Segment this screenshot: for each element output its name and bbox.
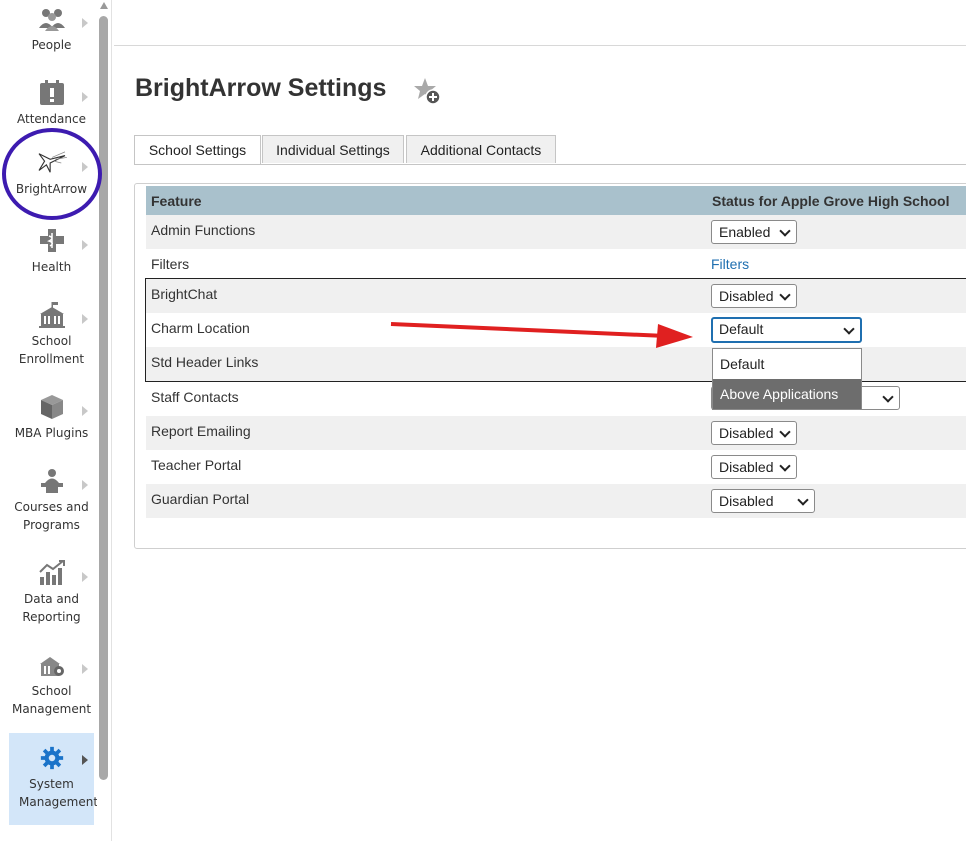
nav-item-courses-and-programs[interactable]: Courses and Programs xyxy=(9,468,94,544)
nav-label: Attendance xyxy=(17,112,86,126)
filters-link[interactable]: Filters xyxy=(711,256,749,272)
chevron-right-icon xyxy=(82,240,88,250)
select-value: Disabled xyxy=(719,459,774,475)
select-value: Disabled xyxy=(719,493,774,509)
chevron-down-icon xyxy=(882,391,894,403)
feature-name: Admin Functions xyxy=(151,222,256,238)
feature-name: BrightChat xyxy=(151,286,218,302)
chevron-right-icon xyxy=(82,18,88,28)
nav-item-mba-plugins[interactable]: MBA Plugins xyxy=(9,394,94,454)
courses-icon xyxy=(40,469,63,493)
top-bar xyxy=(114,0,966,46)
select-value: Default xyxy=(719,321,764,337)
dropdown-option-default[interactable]: Default xyxy=(713,349,861,379)
school-management-icon xyxy=(39,657,64,676)
table-row: Admin Functions Enabled xyxy=(146,215,966,249)
table-header-row: Feature Status for Apple Grove High Scho… xyxy=(146,186,966,215)
table-row: BrightChat Disabled xyxy=(146,279,966,313)
plugin-cube-icon xyxy=(40,395,63,419)
tab-label: Individual Settings xyxy=(276,142,390,158)
feature-name: Staff Contacts xyxy=(151,389,239,405)
people-icon xyxy=(38,9,65,31)
gear-icon xyxy=(40,746,63,770)
feature-name: Teacher Portal xyxy=(151,457,242,473)
select-value: Disabled xyxy=(719,425,774,441)
scroll-up-arrow-icon[interactable] xyxy=(100,2,108,9)
tab-school-settings[interactable]: School Settings xyxy=(134,135,261,165)
attendance-icon xyxy=(39,80,64,105)
tab-label: Additional Contacts xyxy=(420,142,542,158)
table-row: Report Emailing Disabled xyxy=(146,416,966,450)
feature-name: Filters xyxy=(151,256,190,272)
feature-column-header: Feature xyxy=(151,193,202,209)
feature-name: Charm Location xyxy=(151,320,250,336)
chevron-down-icon xyxy=(843,323,855,335)
chevron-right-icon xyxy=(82,755,88,765)
table-row: Guardian Portal Disabled xyxy=(146,484,966,518)
nav-label: People xyxy=(31,38,72,52)
brightchat-select[interactable]: Disabled xyxy=(711,284,797,308)
nav-label: School Management xyxy=(11,684,92,716)
nav-label: System Management xyxy=(19,777,99,809)
nav-item-brightarrow[interactable]: BrightArrow xyxy=(9,150,94,210)
admin-functions-select[interactable]: Enabled xyxy=(711,220,797,244)
feature-name: Std Header Links xyxy=(151,354,259,370)
select-value: Enabled xyxy=(719,224,771,240)
chevron-right-icon xyxy=(82,162,88,172)
chevron-down-icon xyxy=(779,289,791,301)
page-title: BrightArrow Settings xyxy=(135,74,387,102)
chevron-right-icon xyxy=(82,572,88,582)
chevron-right-icon xyxy=(82,314,88,324)
feature-name: Guardian Portal xyxy=(151,491,250,507)
sidebar-scrollbar[interactable] xyxy=(97,0,112,841)
nav-item-system-management[interactable]: System Management xyxy=(9,733,99,825)
chevron-down-icon xyxy=(779,460,791,472)
charm-location-dropdown: Default Above Applications xyxy=(712,348,862,410)
chevron-right-icon xyxy=(82,92,88,102)
tab-divider xyxy=(134,164,966,165)
chevron-down-icon xyxy=(779,426,791,438)
nav-item-school-management[interactable]: School Management xyxy=(9,652,94,728)
nav-item-people[interactable]: People xyxy=(9,6,94,66)
status-column-header: Status for Apple Grove High School xyxy=(712,193,950,209)
teacher-portal-select[interactable]: Disabled xyxy=(711,455,797,479)
feature-name: Report Emailing xyxy=(151,423,251,439)
nav-label: Data and Reporting xyxy=(22,592,81,624)
nav-label: MBA Plugins xyxy=(14,426,89,440)
health-icon xyxy=(39,229,64,252)
nav-item-health[interactable]: Health xyxy=(9,228,94,288)
school-building-icon xyxy=(38,302,65,328)
guardian-portal-select[interactable]: Disabled xyxy=(711,489,815,513)
nav-label: School Enrollment xyxy=(18,334,85,366)
select-value: Disabled xyxy=(719,288,774,304)
scrollbar-thumb[interactable] xyxy=(99,16,108,780)
chevron-down-icon xyxy=(779,225,791,237)
dropdown-option-above-applications[interactable]: Above Applications xyxy=(713,379,861,409)
table-row: Teacher Portal Disabled xyxy=(146,450,966,484)
tab-label: School Settings xyxy=(148,142,247,158)
nav-item-data-and-reporting[interactable]: Data and Reporting xyxy=(9,560,94,636)
brightarrow-icon xyxy=(38,151,67,173)
nav-label: BrightArrow xyxy=(15,182,88,196)
add-favorite-star-icon[interactable] xyxy=(412,76,442,106)
annotation-arrow xyxy=(390,322,693,348)
chevron-down-icon xyxy=(797,494,809,506)
nav-item-attendance[interactable]: Attendance xyxy=(9,80,94,140)
report-emailing-select[interactable]: Disabled xyxy=(711,421,797,445)
chevron-right-icon xyxy=(82,664,88,674)
nav-item-school-enrollment[interactable]: School Enrollment xyxy=(9,302,94,378)
chevron-right-icon xyxy=(82,480,88,490)
side-navigation: People Attendance BrightArrow Health Sch… xyxy=(0,0,98,841)
tab-additional-contacts[interactable]: Additional Contacts xyxy=(406,135,556,163)
nav-label: Health xyxy=(31,260,72,274)
charm-location-select[interactable]: Default xyxy=(711,317,862,343)
tab-individual-settings[interactable]: Individual Settings xyxy=(262,135,404,163)
nav-label: Courses and Programs xyxy=(14,500,89,532)
chevron-right-icon xyxy=(82,406,88,416)
chart-icon xyxy=(38,560,65,585)
table-row: Filters Filters xyxy=(146,249,966,283)
